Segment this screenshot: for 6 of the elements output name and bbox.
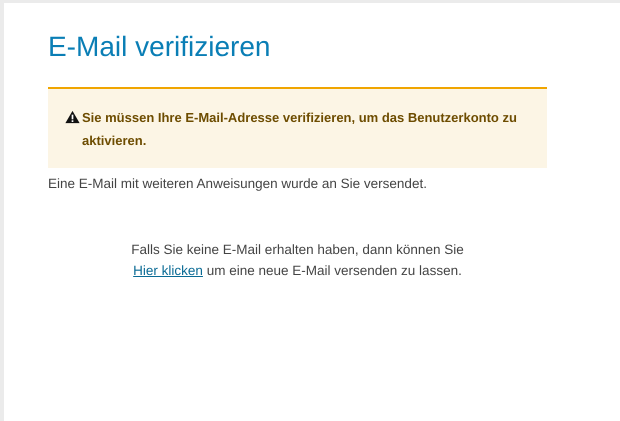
info-text: Eine E-Mail mit weiteren Anweisungen wurde an Sie versendet. <box>48 175 428 193</box>
resend-text: Falls Sie keine E-Mail erhalten haben, dann können Sie Hier klicken um eine neue E-Mail versenden zu lassen. <box>130 241 465 280</box>
page-title: E-Mail verifizieren <box>48 30 272 64</box>
warning-icon <box>65 110 80 124</box>
resend-link[interactable]: Hier klicken <box>133 263 203 278</box>
alert-message: Sie müssen Ihre E-Mail-Adresse verifizieren, um das Benutzerkonto zu aktivieren. <box>82 109 518 150</box>
